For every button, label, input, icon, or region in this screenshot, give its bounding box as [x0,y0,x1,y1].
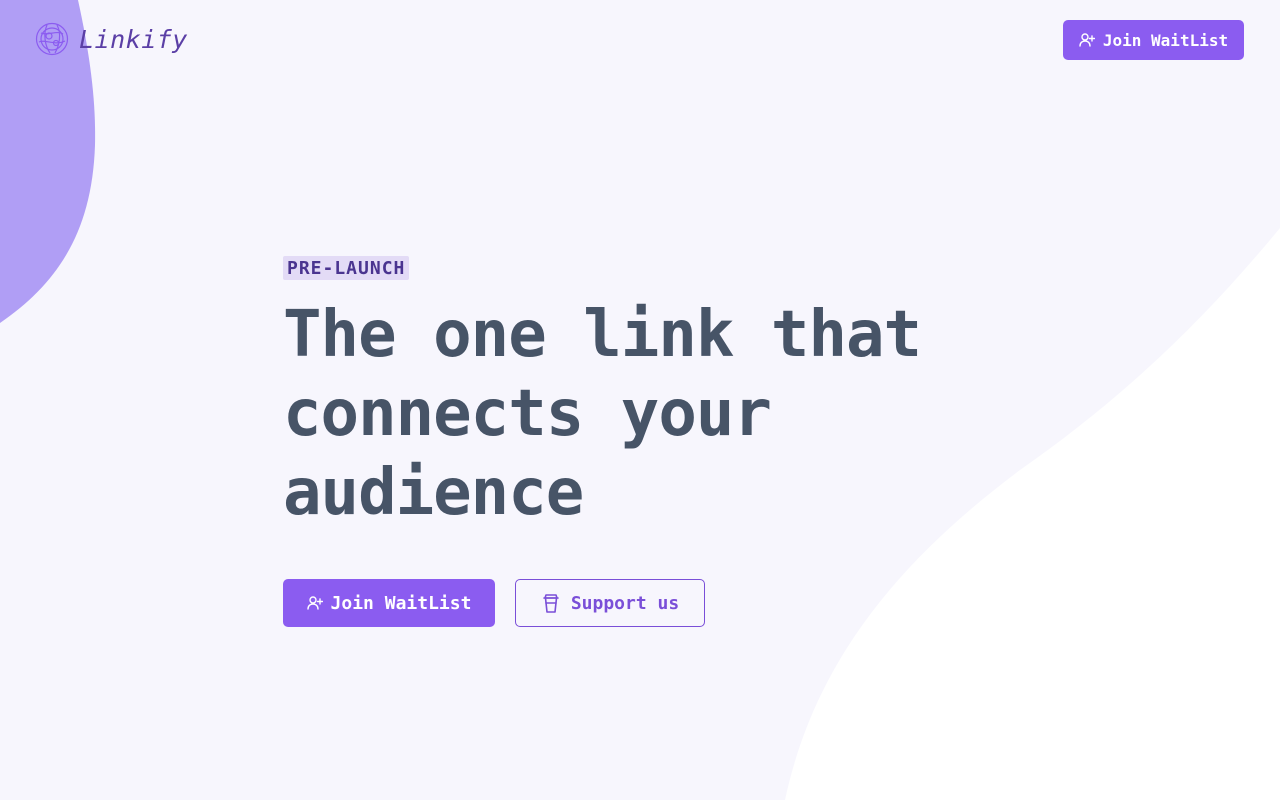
navbar: Linkify Join WaitList [0,0,1280,80]
support-us-button[interactable]: Support us [515,579,705,627]
nav-join-waitlist-label: Join WaitList [1102,30,1229,50]
support-us-label: Support us [570,592,680,614]
hero-section: PRE-LAUNCH The one link that connects yo… [283,256,1043,627]
globe-network-icon [35,22,69,56]
brand-name: Linkify [79,24,188,54]
hero-headline: The one link that connects your audience [283,298,922,530]
hero-join-waitlist-label: Join WaitList [330,592,472,614]
coffee-cup-icon [543,594,559,613]
user-plus-icon [306,596,323,610]
hero-join-waitlist-button[interactable]: Join WaitList [283,579,495,627]
logo-link[interactable]: Linkify [35,22,188,56]
cta-row: Join WaitList Support us [283,579,1043,627]
nav-join-waitlist-button[interactable]: Join WaitList [1063,20,1244,60]
pre-launch-badge: PRE-LAUNCH [283,256,410,280]
user-plus-icon [1079,33,1095,47]
